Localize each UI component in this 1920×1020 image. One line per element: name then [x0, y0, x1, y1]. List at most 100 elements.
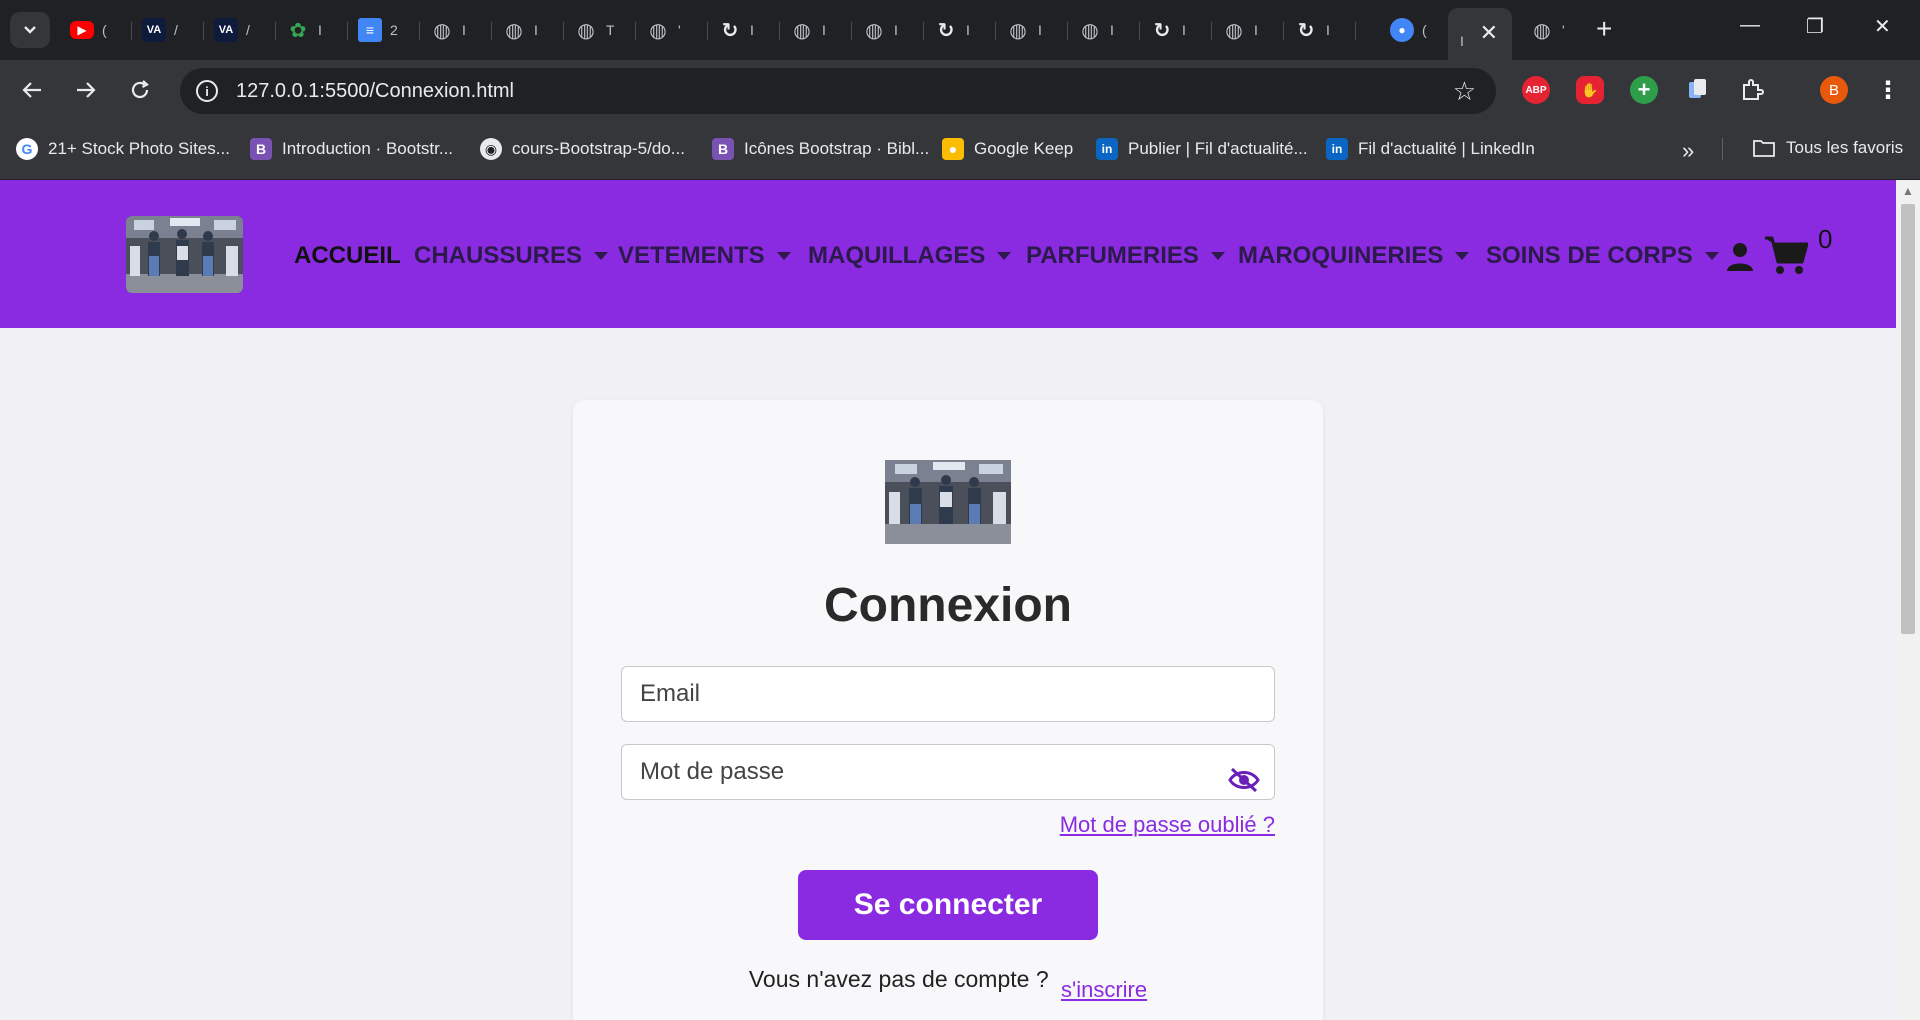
bookmark-star-icon[interactable]: ☆ [1453, 76, 1476, 107]
cart-icon[interactable] [1764, 234, 1808, 276]
tab-title: / [174, 22, 178, 38]
more-menu-icon[interactable]: ⋮ [1874, 76, 1902, 104]
divider [1722, 138, 1723, 160]
copy-extension-icon[interactable] [1684, 76, 1712, 104]
bookmark-linkedin-feed[interactable]: in Fil d'actualité | LinkedIn [1326, 138, 1535, 160]
tab-va-2[interactable]: VA / [204, 12, 276, 48]
tab-globe-3[interactable]: ◍ T [564, 12, 636, 48]
nav-home[interactable]: ACCUEIL [294, 242, 401, 270]
tab-active[interactable]: I ✕ [1448, 8, 1512, 60]
bookmark-label: Publier | Fil d'actualité... [1128, 139, 1308, 158]
nav-chaussures[interactable]: CHAUSSURES [414, 242, 609, 270]
nav-maquillages[interactable]: MAQUILLAGES [808, 242, 1012, 270]
bookmark-google-keep[interactable]: ● Google Keep [942, 138, 1073, 160]
globe-icon: ◍ [1009, 19, 1027, 42]
scroll-up-icon[interactable]: ▲ [1902, 184, 1914, 198]
tab-globe-6[interactable]: ◍ I [852, 12, 924, 48]
extensions-puzzle-icon[interactable] [1738, 76, 1766, 104]
va-icon: VA [142, 18, 166, 42]
site-logo[interactable] [126, 216, 243, 293]
tab-sync-2[interactable]: ↻ I [924, 12, 996, 48]
back-button[interactable] [16, 74, 48, 106]
eye-slash-icon[interactable] [1228, 767, 1260, 793]
tab-title: I [750, 22, 754, 38]
close-window-button[interactable]: ✕ [1874, 14, 1891, 39]
site-info-icon[interactable]: i [196, 80, 218, 102]
tab-notification[interactable]: ● ( [1380, 12, 1444, 48]
address-bar[interactable]: i 127.0.0.1:5500/Connexion.html ☆ [180, 68, 1496, 114]
stop-hand-icon[interactable]: ✋ [1576, 76, 1604, 104]
tab-title: ' [1562, 22, 1565, 38]
bookmark-github-course[interactable]: ◉ cours-Bootstrap-5/do... [480, 138, 685, 160]
reload-icon [131, 80, 149, 99]
user-icon[interactable] [1726, 242, 1754, 272]
tab-youtube[interactable]: ▶ ( [60, 12, 132, 48]
tab-globe-7[interactable]: ◍ I [996, 12, 1068, 48]
tab-globe-2[interactable]: ◍ I [492, 12, 564, 48]
caret-down-icon [1455, 252, 1470, 260]
all-bookmarks-button[interactable]: Tous les favoris [1752, 138, 1903, 158]
close-tab-icon[interactable]: ✕ [1480, 20, 1498, 46]
tab-title: 2 [390, 22, 398, 38]
reload-button[interactable] [124, 74, 156, 106]
tab-globe-8[interactable]: ◍ I [1068, 12, 1140, 48]
new-tab-button[interactable]: + [1596, 13, 1612, 45]
signup-link[interactable]: s'inscrire [1061, 977, 1147, 1002]
page-title: Connexion [824, 579, 1072, 632]
tab-sync-4[interactable]: ↻ I [1284, 12, 1356, 48]
bookmark-bootstrap-icons[interactable]: B Icônes Bootstrap · Bibl... [712, 138, 929, 160]
nav-soins-de-corps[interactable]: SOINS DE CORPS [1486, 242, 1719, 270]
globe-icon: ◍ [793, 19, 811, 42]
github-icon: ◉ [480, 138, 502, 160]
tab-globe-5[interactable]: ◍ I [780, 12, 852, 48]
tab-title: T [606, 22, 614, 38]
browser-toolbar: i 127.0.0.1:5500/Connexion.html ☆ ABP ✋ … [0, 60, 1920, 120]
bookmark-bootstrap-intro[interactable]: B Introduction · Bootstr... [250, 138, 453, 160]
bookmark-stock-photos[interactable]: G 21+ Stock Photo Sites... [16, 138, 230, 160]
email-field[interactable] [621, 666, 1275, 722]
tab-last[interactable]: ◍ ' [1520, 12, 1584, 48]
scrollbar-thumb[interactable] [1901, 204, 1915, 634]
more-bookmarks-icon[interactable]: » [1682, 138, 1694, 164]
nav-vetements[interactable]: VETEMENTS [618, 242, 791, 270]
tab-docs[interactable]: ≡ 2 [348, 12, 420, 48]
tab-plant[interactable]: ✿ I [276, 12, 348, 48]
nav-parfumeries[interactable]: PARFUMERIES [1026, 242, 1225, 270]
tab-globe-4[interactable]: ◍ ' [636, 12, 708, 48]
nav-label: MAROQUINERIES [1238, 242, 1444, 269]
bookmark-linkedin-publish[interactable]: in Publier | Fil d'actualité... [1096, 138, 1308, 160]
nav-label: SOINS DE CORPS [1486, 242, 1693, 269]
folder-icon [1753, 140, 1775, 157]
nav-maroquineries[interactable]: MAROQUINERIES [1238, 242, 1470, 270]
profile-avatar[interactable]: B [1820, 76, 1848, 104]
tab-globe-1[interactable]: ◍ I [420, 12, 492, 48]
password-input[interactable] [622, 745, 1274, 799]
tab-search-button[interactable] [10, 12, 50, 48]
nav-label: MAQUILLAGES [808, 242, 986, 269]
page-scrollbar[interactable]: ▲ [1896, 180, 1920, 1020]
bookmark-label: 21+ Stock Photo Sites... [48, 139, 230, 158]
url-text[interactable]: 127.0.0.1:5500/Connexion.html [236, 80, 514, 103]
restore-button[interactable]: ❐ [1806, 14, 1824, 39]
globe-icon: ◍ [649, 19, 667, 42]
sync-icon: ↻ [937, 19, 955, 42]
email-input[interactable] [622, 667, 1274, 721]
tab-title: I [462, 22, 466, 38]
plant-icon: ✿ [289, 19, 307, 42]
notification-icon: ● [1390, 18, 1414, 42]
forward-button[interactable] [70, 74, 102, 106]
globe-icon: ◍ [505, 19, 523, 42]
tab-title: ' [678, 22, 681, 38]
adblock-icon[interactable]: ABP [1522, 76, 1550, 104]
tab-sync-3[interactable]: ↻ I [1140, 12, 1212, 48]
tab-va-1[interactable]: VA / [132, 12, 204, 48]
bootstrap-icon: B [250, 138, 272, 160]
tab-sync-1[interactable]: ↻ I [708, 12, 780, 48]
minimize-button[interactable]: — [1740, 14, 1760, 37]
password-field[interactable] [621, 744, 1275, 800]
forgot-password-link[interactable]: Mot de passe oublié ? [1060, 812, 1275, 838]
plus-extension-icon[interactable]: + [1630, 76, 1658, 104]
login-button[interactable]: Se connecter [798, 870, 1098, 940]
tab-globe-9[interactable]: ◍ I [1212, 12, 1284, 48]
globe-icon: ◍ [433, 19, 451, 42]
